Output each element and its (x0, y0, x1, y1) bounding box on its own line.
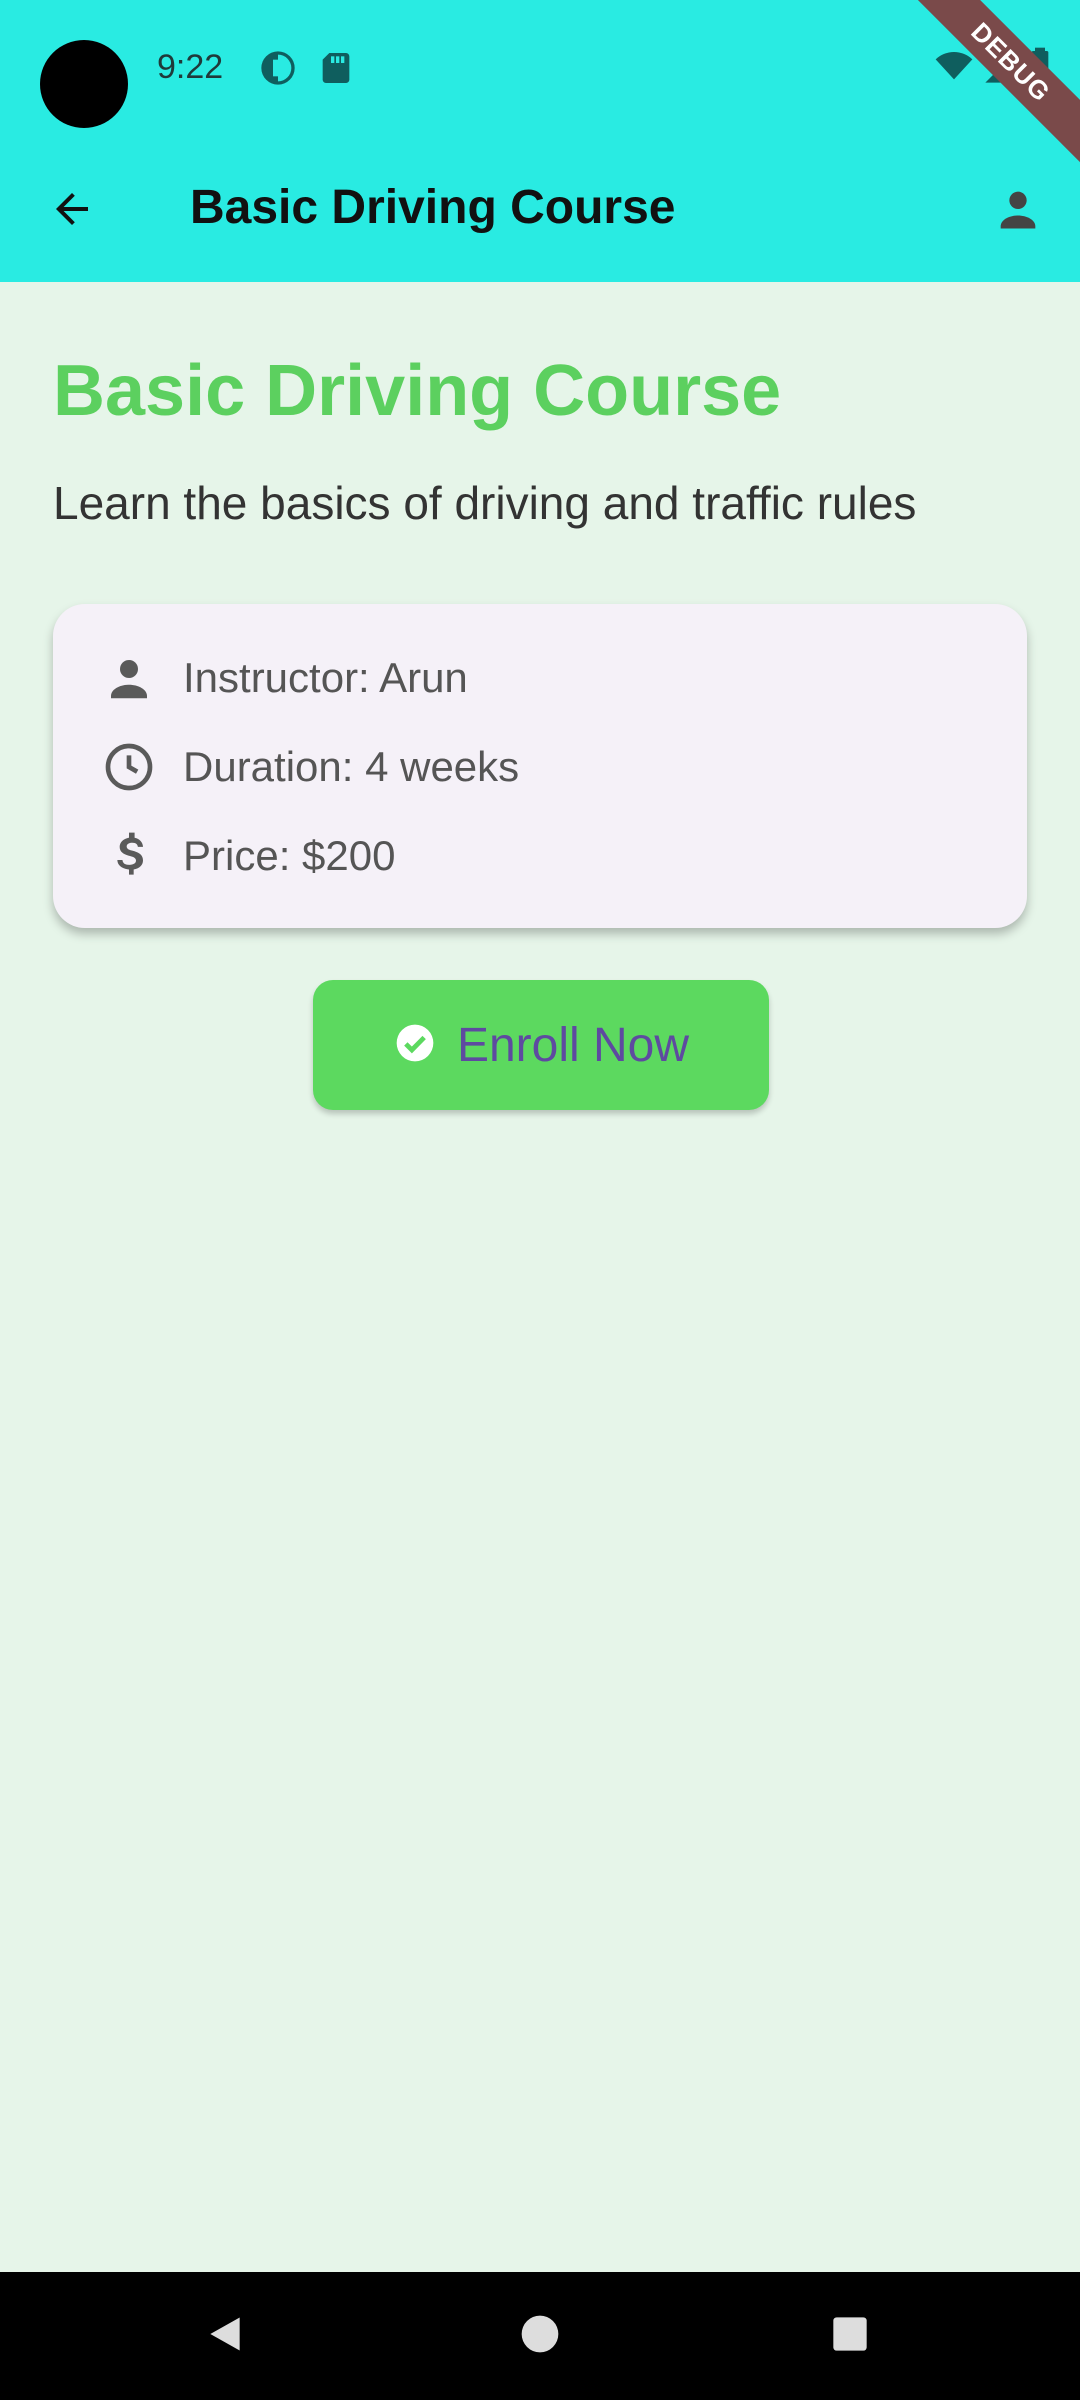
square-recents-icon (830, 2314, 870, 2359)
course-heading: Basic Driving Course (53, 351, 782, 431)
arrow-back-icon (48, 185, 96, 238)
check-circle-icon (393, 1021, 437, 1070)
data-saver-icon (258, 48, 298, 88)
camera-cutout (40, 40, 128, 128)
enroll-now-button[interactable]: Enroll Now (313, 980, 769, 1110)
price-text: Price: $200 (183, 832, 396, 879)
course-info-card: Instructor: Arun Duration: 4 weeks Price… (53, 604, 1027, 928)
top-bar: 9:22 DEBUG Basic Driving Course (0, 0, 1080, 282)
app-bar: Basic Driving Course (0, 140, 1080, 282)
instructor-text: Instructor: Arun (183, 654, 468, 701)
back-button[interactable] (32, 171, 112, 251)
triangle-back-icon (203, 2312, 247, 2361)
course-content: Basic Driving Course Learn the basics of… (53, 282, 1027, 928)
circle-home-icon (520, 2314, 560, 2359)
system-nav-bar (0, 2272, 1080, 2400)
duration-row: Duration: 4 weeks (97, 737, 519, 797)
instructor-row: Instructor: Arun (97, 648, 468, 708)
profile-button[interactable] (978, 171, 1058, 251)
dollar-icon (97, 826, 161, 886)
person-icon (97, 648, 161, 708)
person-icon (992, 183, 1044, 240)
status-bar: 9:22 (0, 0, 1080, 140)
sd-card-icon (316, 48, 356, 88)
course-description: Learn the basics of driving and traffic … (53, 477, 917, 529)
price-row: Price: $200 (97, 826, 395, 886)
clock-icon (97, 737, 161, 797)
status-time: 9:22 (157, 48, 224, 86)
duration-text: Duration: 4 weeks (183, 743, 520, 790)
nav-home-button[interactable] (510, 2306, 570, 2366)
nav-back-button[interactable] (195, 2306, 255, 2366)
nav-recents-button[interactable] (820, 2306, 880, 2366)
enroll-now-label: Enroll Now (456, 1018, 690, 1072)
app-bar-title: Basic Driving Course (190, 181, 676, 234)
